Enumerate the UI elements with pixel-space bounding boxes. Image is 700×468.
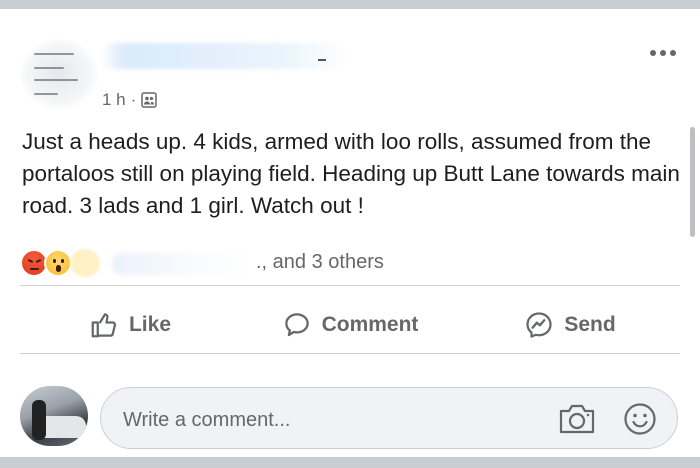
post-card: 1 h · Just a heads up. 4 kids, armed wit… <box>0 9 700 457</box>
thumbs-up-icon <box>91 313 117 338</box>
smiley-icon[interactable] <box>623 402 657 436</box>
camera-icon[interactable] <box>557 402 597 436</box>
comment-composer <box>20 384 680 449</box>
commenter-avatar[interactable] <box>20 386 88 446</box>
author-name-fragment <box>318 59 326 61</box>
reactors-count-text[interactable]: ., and 3 others <box>256 251 384 274</box>
author-name-blurred[interactable] <box>100 43 350 69</box>
more-options-icon <box>650 50 656 56</box>
avatar-car-shape <box>40 416 86 438</box>
comment-label: Comment <box>321 313 419 336</box>
more-options-dot <box>670 50 676 56</box>
reactions-summary[interactable]: ., and 3 others <box>20 247 440 281</box>
group-members-icon[interactable] <box>141 92 158 108</box>
haha-reaction-icon <box>70 249 100 277</box>
comment-input[interactable] <box>121 404 525 436</box>
wow-reaction-icon <box>44 249 72 277</box>
messenger-icon <box>526 312 552 338</box>
send-label: Send <box>564 313 616 336</box>
divider <box>20 285 680 286</box>
post-text: Just a heads up. 4 kids, armed with loo … <box>22 129 680 218</box>
divider <box>20 353 680 354</box>
action-bar: Like Comment Send <box>20 296 680 354</box>
reactor-names-blurred <box>112 253 252 275</box>
comment-box[interactable] <box>100 387 678 449</box>
like-label: Like <box>128 313 172 336</box>
more-options-button[interactable] <box>650 47 680 59</box>
like-button[interactable]: Like <box>20 296 240 354</box>
comment-button[interactable]: Comment <box>240 296 460 354</box>
send-button[interactable]: Send <box>460 296 680 354</box>
scrollbar[interactable] <box>690 127 695 237</box>
author-avatar-blurred[interactable] <box>20 39 98 109</box>
speech-bubble-icon <box>284 313 309 337</box>
meta-separator: · <box>130 90 137 109</box>
avatar-figure-shape <box>32 400 46 440</box>
post-timestamp[interactable]: 1 h <box>102 90 126 110</box>
more-options-dot <box>660 50 666 56</box>
post-meta: 1 h · <box>102 90 158 110</box>
